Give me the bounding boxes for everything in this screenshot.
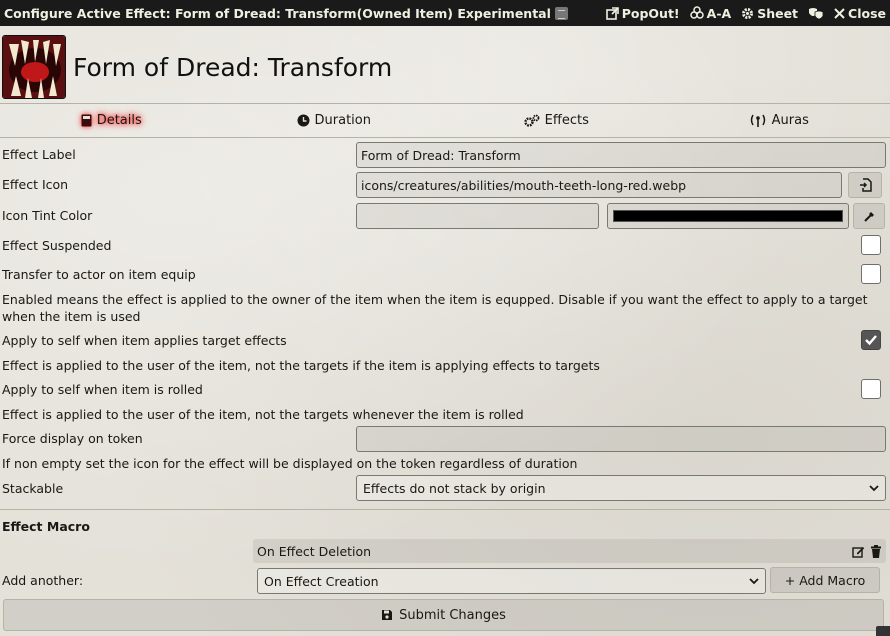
macro-divider (0, 509, 890, 510)
eyedropper-icon (863, 210, 876, 223)
window-titlebar[interactable]: Configure Active Effect: Form of Dread: … (0, 0, 890, 26)
add-macro-button[interactable]: + Add Macro (770, 567, 880, 593)
macro-item: On Effect Deletion (253, 539, 886, 563)
force-display-hint: If non empty set the icon for the effect… (2, 456, 578, 471)
checkmark-icon (865, 335, 877, 346)
window-title: Configure Active Effect: Form of Dread: … (4, 5, 551, 21)
close-icon (834, 7, 845, 19)
tab-details[interactable]: Details (0, 104, 223, 136)
self-rolled-label: Apply to self when item is rolled (2, 382, 203, 397)
effect-label-input[interactable]: Form of Dread: Transform (356, 142, 886, 168)
tab-effects-label: Effects (544, 112, 589, 128)
resize-handle[interactable] (876, 626, 890, 636)
mask-button[interactable] (808, 7, 824, 20)
tab-bar: Details Duration Effects Auras (0, 104, 890, 136)
icon-tint-color-input[interactable] (607, 203, 849, 229)
transfer-checkbox[interactable] (861, 264, 881, 284)
close-label: Close (848, 5, 886, 21)
effect-suspended-label: Effect Suspended (2, 238, 112, 253)
tab-details-label: Details (96, 112, 142, 128)
file-picker-button[interactable] (848, 172, 882, 198)
biohazard-icon (689, 6, 704, 20)
effect-suspended-checkbox[interactable] (861, 235, 881, 255)
close-button[interactable]: Close (834, 6, 886, 21)
color-swatch (613, 210, 843, 222)
chevron-down-icon (869, 484, 879, 492)
macro-trigger-value: On Effect Creation (264, 573, 379, 589)
file-import-icon (859, 178, 872, 192)
self-target-label: Apply to self when item applies target e… (2, 333, 287, 348)
document-id-icon[interactable] (554, 6, 568, 20)
book-icon (81, 114, 92, 127)
external-link-icon (605, 6, 619, 20)
eyedropper-button[interactable] (853, 203, 885, 229)
effect-header: Form of Dread: Transform (2, 34, 392, 100)
cogs-icon (523, 114, 540, 127)
clock-icon (297, 114, 310, 127)
transfer-hint: Enabled means the effect is applied to t… (2, 292, 868, 324)
force-display-label: Force display on token (2, 431, 143, 446)
tabs-divider (0, 137, 890, 138)
popout-label: PopOut! (621, 5, 680, 21)
tab-auras-label: Auras (771, 112, 809, 128)
self-target-checkbox[interactable] (861, 330, 881, 350)
add-another-label: Add another: (2, 573, 84, 588)
self-rolled-checkbox[interactable] (861, 379, 881, 399)
chevron-down-icon (749, 577, 759, 585)
trash-icon[interactable] (870, 544, 882, 558)
icon-tint-label: Icon Tint Color (2, 208, 93, 223)
icon-tint-text-input[interactable] (356, 203, 599, 229)
theater-masks-icon (808, 7, 824, 20)
submit-label: Submit Changes (399, 607, 506, 623)
effect-icon-label: Effect Icon (2, 177, 69, 192)
aa-label: A-A (706, 5, 732, 21)
sheet-button[interactable]: Sheet (741, 6, 798, 21)
sheet-label: Sheet (757, 5, 799, 21)
transfer-label: Transfer to actor on item equip (2, 267, 196, 282)
self-target-hint: Effect is applied to the user of the ite… (2, 358, 600, 373)
submit-button[interactable]: Submit Changes (3, 599, 884, 631)
macro-item-name: On Effect Deletion (257, 543, 372, 559)
tab-duration-label: Duration (314, 112, 371, 128)
edit-icon[interactable] (852, 545, 865, 558)
save-icon (381, 609, 393, 621)
aa-button[interactable]: A-A (689, 5, 732, 21)
effect-icon-image[interactable] (2, 35, 66, 99)
effect-icon-input[interactable]: icons/creatures/abilities/mouth-teeth-lo… (356, 172, 842, 198)
effect-name-heading: Form of Dread: Transform (73, 52, 393, 82)
tab-duration[interactable]: Duration (223, 104, 446, 136)
popout-button[interactable]: PopOut! (605, 5, 680, 21)
broadcast-icon (749, 114, 767, 127)
gear-icon (741, 7, 754, 20)
tab-auras[interactable]: Auras (668, 104, 890, 136)
tab-effects[interactable]: Effects (445, 104, 668, 136)
stackable-select[interactable]: Effects do not stack by origin (356, 475, 886, 501)
stackable-value: Effects do not stack by origin (363, 480, 546, 496)
force-display-input[interactable] (356, 426, 886, 452)
macro-trigger-select[interactable]: On Effect Creation (257, 568, 766, 594)
self-rolled-hint: Effect is applied to the user of the ite… (2, 407, 524, 422)
effect-macro-title: Effect Macro (2, 519, 90, 534)
effect-label-label: Effect Label (2, 147, 76, 162)
stackable-label: Stackable (2, 481, 64, 496)
